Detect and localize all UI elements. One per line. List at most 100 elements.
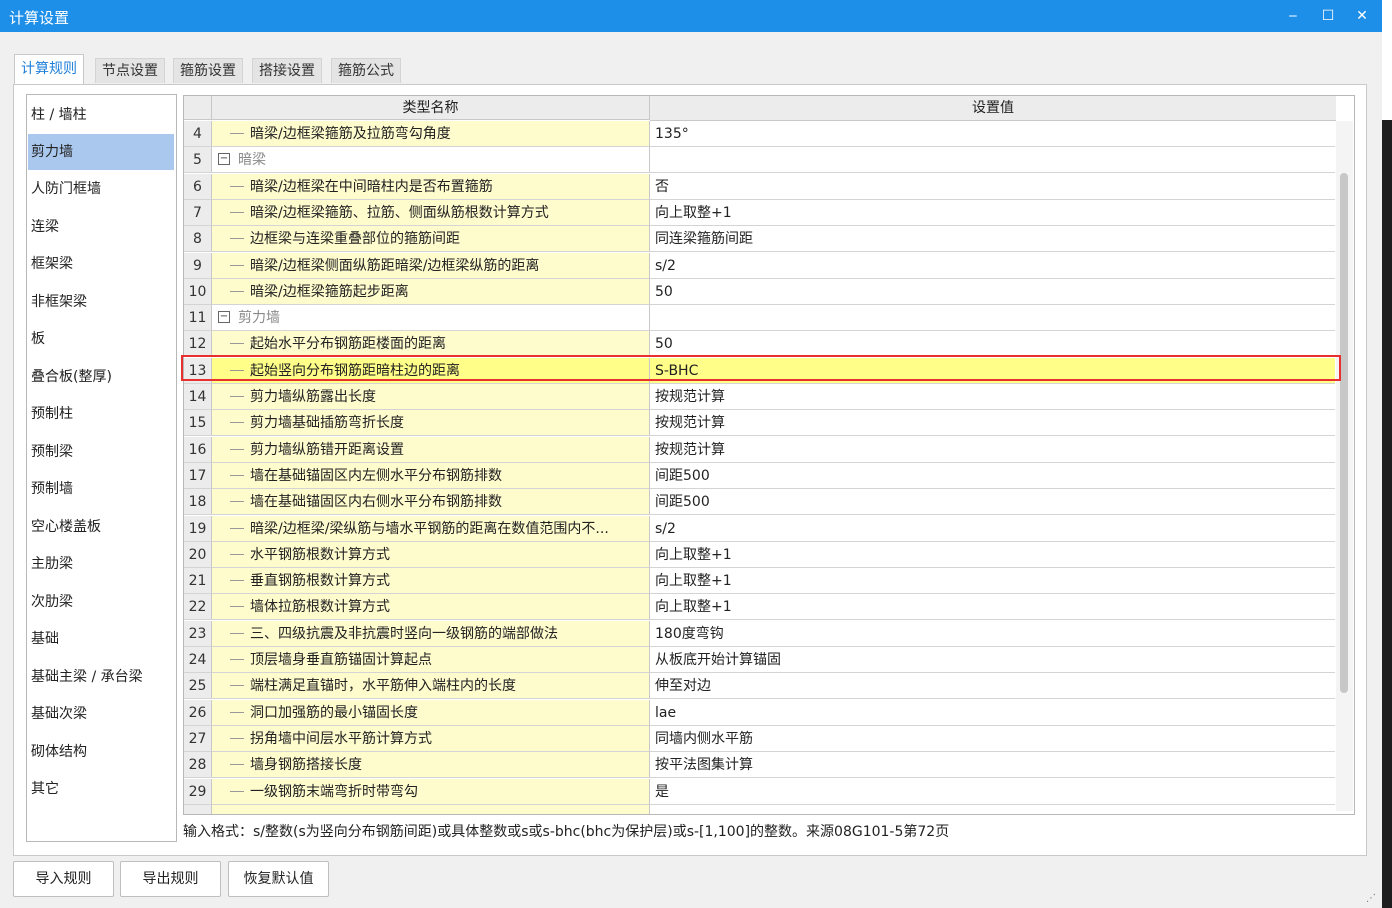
setting-name: 洞口加强筋的最小锚固长度 <box>212 699 650 726</box>
sidebar-item-composite-slab[interactable]: 叠合板(整厚) <box>28 359 174 395</box>
tab-stirrup-settings[interactable]: 箍筋设置 <box>173 58 243 83</box>
row-number: 5 <box>184 147 212 174</box>
setting-name: 顶层墙身垂直筋锚固计算起点 <box>212 647 650 673</box>
sidebar-item-non-frame-beam[interactable]: 非框架梁 <box>28 284 174 320</box>
sidebar-item-precast-beam[interactable]: 预制梁 <box>28 434 174 470</box>
restore-defaults-button[interactable]: 恢复默认值 <box>228 861 329 897</box>
setting-value[interactable]: 同墙内侧水平筋 <box>650 725 1335 752</box>
setting-value[interactable]: 间距500 <box>650 489 1335 516</box>
sidebar-item-masonry[interactable]: 砌体结构 <box>28 734 174 770</box>
tab-calc-rules[interactable]: 计算规则 <box>14 54 84 85</box>
setting-value[interactable]: 按规范计算 <box>650 410 1335 437</box>
setting-value[interactable]: 50 <box>650 278 1335 305</box>
resize-grip-icon[interactable]: ⋰ <box>1366 893 1376 904</box>
row-number: 11 <box>184 305 212 332</box>
setting-name: 剪力墙纵筋错开距离设置 <box>212 436 650 463</box>
row-number-header <box>184 96 212 120</box>
close-button[interactable]: ✕ <box>1350 4 1374 28</box>
row-number: 14 <box>184 384 212 410</box>
row-number: 10 <box>184 278 212 305</box>
setting-name: 墙体拉筋根数计算方式 <box>212 594 650 621</box>
setting-name: 暗梁/边框梁侧面纵筋距暗梁/边框梁纵筋的距离 <box>212 252 650 279</box>
row-number: 28 <box>184 752 212 779</box>
tab-node-settings[interactable]: 节点设置 <box>95 58 165 83</box>
maximize-button[interactable]: ☐ <box>1316 4 1340 28</box>
scrollbar-thumb[interactable] <box>1340 173 1348 693</box>
sidebar-item-precast-column[interactable]: 预制柱 <box>28 396 174 432</box>
setting-value[interactable]: 50 <box>650 331 1335 358</box>
setting-value[interactable]: s/2 <box>650 252 1335 279</box>
input-format-hint: 输入格式：s/整数(s为竖向分布钢筋间距)或具体整数或s或s-bhc(bhc为保… <box>183 824 950 840</box>
setting-name: 端柱满足直锚时，水平筋伸入端柱内的长度 <box>212 673 650 700</box>
sidebar-item-hollow-floor-slab[interactable]: 空心楼盖板 <box>28 509 174 545</box>
setting-value[interactable]: s/2 <box>650 515 1335 542</box>
setting-name: 墙在基础锚固区内右侧水平分布钢筋排数 <box>212 489 650 516</box>
sidebar-item-coupling-beam[interactable]: 连梁 <box>28 209 174 245</box>
setting-value[interactable] <box>650 305 1335 332</box>
row-number: 22 <box>184 594 212 621</box>
sidebar-item-foundation[interactable]: 基础 <box>28 621 174 657</box>
grid-vertical-scrollbar[interactable] <box>1336 121 1353 811</box>
setting-value[interactable]: 向上取整+1 <box>650 541 1335 568</box>
setting-value[interactable]: 向上取整+1 <box>650 594 1335 621</box>
setting-name: 暗梁/边框梁在中间暗柱内是否布置箍筋 <box>212 173 650 200</box>
table-row-partial <box>212 804 650 814</box>
collapse-icon[interactable]: − <box>218 311 230 324</box>
settings-grid: 类型名称 设置值 4 暗梁/边框梁箍筋及拉筋弯勾角度 135° 5− 暗梁 6 暗梁/边框梁… <box>183 95 1355 815</box>
setting-name: 剪力墙纵筋露出长度 <box>212 384 650 410</box>
sidebar-item-precast-wall[interactable]: 预制墙 <box>28 471 174 507</box>
setting-name: 暗梁/边框梁箍筋、拉筋、侧面纵筋根数计算方式 <box>212 199 650 226</box>
minimize-button[interactable]: ‒ <box>1281 4 1305 28</box>
sidebar-item-secondary-rib-beam[interactable]: 次肋梁 <box>28 584 174 620</box>
sidebar-item-shear-wall[interactable]: 剪力墙 <box>28 134 174 170</box>
setting-value[interactable]: 否 <box>650 173 1335 200</box>
component-type-list: 柱 / 墙柱 剪力墙 人防门框墙 连梁 框架梁 非框架梁 板 叠合板(整厚) 预… <box>26 94 177 842</box>
import-rules-button[interactable]: 导入规则 <box>13 861 114 897</box>
setting-name: 墙在基础锚固区内左侧水平分布钢筋排数 <box>212 462 650 489</box>
tab-stirrup-formula[interactable]: 箍筋公式 <box>331 58 401 83</box>
row-number: 17 <box>184 462 212 489</box>
column-header-value[interactable]: 设置值 <box>650 96 1336 121</box>
sidebar-item-civil-defense-door-wall[interactable]: 人防门框墙 <box>28 171 174 207</box>
row-number: 12 <box>184 331 212 358</box>
row-number: 8 <box>184 226 212 253</box>
setting-value[interactable]: 伸至对边 <box>650 673 1335 700</box>
setting-value[interactable]: 同连梁箍筋间距 <box>650 226 1335 253</box>
setting-value[interactable]: 按规范计算 <box>650 384 1335 410</box>
setting-value[interactable]: 135° <box>650 121 1335 147</box>
sidebar-item-other[interactable]: 其它 <box>28 771 174 807</box>
window-title: 计算设置 <box>9 9 70 27</box>
setting-name: 水平钢筋根数计算方式 <box>212 541 650 568</box>
setting-value[interactable]: 按规范计算 <box>650 436 1335 463</box>
setting-value[interactable]: 间距500 <box>650 462 1335 489</box>
setting-name: 三、四级抗震及非抗震时竖向一级钢筋的端部做法 <box>212 620 650 647</box>
row-number: 16 <box>184 436 212 463</box>
setting-value[interactable]: 按平法图集计算 <box>650 752 1335 779</box>
sidebar-item-main-rib-beam[interactable]: 主肋梁 <box>28 546 174 582</box>
setting-value[interactable]: 从板底开始计算锚固 <box>650 647 1335 673</box>
row-number: 15 <box>184 410 212 437</box>
setting-name: 一级钢筋末端弯折时带弯勾 <box>212 778 650 805</box>
setting-name: 暗梁/边框梁/梁纵筋与墙水平钢筋的距离在数值范围内不... <box>212 515 650 542</box>
row-number: 7 <box>184 199 212 226</box>
table-row-partial <box>650 804 1335 814</box>
sidebar-item-frame-beam[interactable]: 框架梁 <box>28 246 174 282</box>
column-header-name[interactable]: 类型名称 <box>212 96 650 120</box>
export-rules-button[interactable]: 导出规则 <box>120 861 221 897</box>
setting-value[interactable]: lae <box>650 699 1335 726</box>
row-number: 26 <box>184 699 212 726</box>
sidebar-item-foundation-main-beam[interactable]: 基础主梁 / 承台梁 <box>28 659 174 695</box>
setting-value[interactable] <box>650 147 1335 174</box>
setting-value[interactable]: 是 <box>650 778 1335 805</box>
setting-value[interactable]: 180度弯钩 <box>650 620 1335 647</box>
window-titlebar: 计算设置 ‒ ☐ ✕ <box>0 0 1382 32</box>
sidebar-item-slab[interactable]: 板 <box>28 321 174 357</box>
collapse-icon[interactable]: − <box>218 153 230 166</box>
setting-value[interactable]: 向上取整+1 <box>650 199 1335 226</box>
row-number: 23 <box>184 620 212 647</box>
tab-lap-settings[interactable]: 搭接设置 <box>252 58 322 83</box>
setting-value[interactable]: 向上取整+1 <box>650 568 1335 595</box>
sidebar-item-foundation-secondary-beam[interactable]: 基础次梁 <box>28 696 174 732</box>
setting-value[interactable]: S-BHC <box>650 357 1335 384</box>
sidebar-item-column[interactable]: 柱 / 墙柱 <box>28 97 174 133</box>
